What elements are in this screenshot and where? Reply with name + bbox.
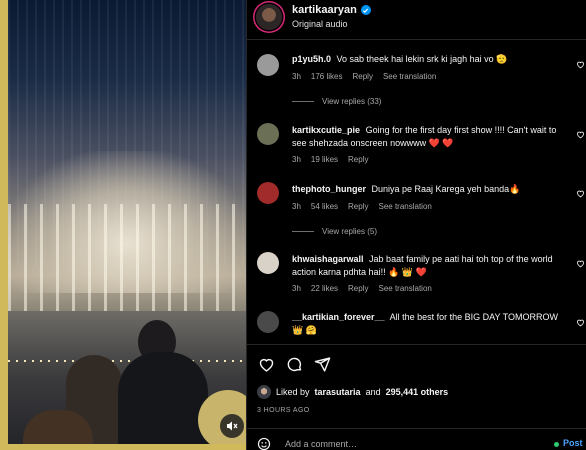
comment-text: Vo sab theek hai lekin srk ki jagh hai v… (336, 54, 508, 64)
comment-time: 3h (292, 202, 301, 211)
comments-list[interactable]: p1yu5h.0 Vo sab theek hai lekin srk ki j… (247, 41, 586, 344)
comment-username[interactable]: khwaishagarwall (292, 254, 364, 264)
comment-time: 3h (292, 155, 301, 164)
view-replies-button[interactable]: View replies (5) (292, 227, 377, 236)
commenter-avatar[interactable] (257, 252, 279, 274)
reply-button[interactable]: Reply (348, 202, 368, 211)
replies-divider (292, 231, 314, 232)
emoji-icon[interactable] (257, 437, 271, 450)
audio-label[interactable]: Original audio (292, 19, 348, 29)
liker-username[interactable]: tarasutaria (315, 387, 361, 397)
post-media[interactable] (0, 0, 246, 450)
mute-button[interactable] (220, 414, 244, 438)
comment-likes[interactable]: 176 likes (311, 72, 343, 81)
comment-like-heart-icon[interactable] (575, 317, 585, 327)
reply-button[interactable]: Reply (348, 284, 368, 293)
see-translation-button[interactable]: See translation (378, 202, 431, 211)
author-username[interactable]: kartikaaryan (292, 4, 357, 16)
likes-middle: and (365, 387, 381, 397)
comment-likes[interactable]: 19 likes (311, 155, 338, 164)
commenter-avatar[interactable] (257, 311, 279, 333)
liker-avatar[interactable] (257, 385, 271, 399)
comment-like-heart-icon[interactable] (575, 258, 585, 268)
comment-likes[interactable]: 22 likes (311, 284, 338, 293)
add-comment-input[interactable] (285, 437, 515, 450)
comment-likes[interactable]: 54 likes (311, 202, 338, 211)
comment-like-heart-icon[interactable] (575, 129, 585, 139)
likes-prefix: Liked by (276, 387, 310, 397)
comment-username[interactable]: p1yu5h.0 (292, 54, 331, 64)
view-replies-button[interactable]: View replies (33) (292, 97, 381, 106)
reply-button[interactable]: Reply (348, 155, 368, 164)
view-replies-label: View replies (5) (322, 227, 377, 236)
likes-summary: Liked by tarasutaria and 295,441 others (257, 385, 448, 399)
post-timestamp[interactable]: 3 HOURS AGO (257, 407, 310, 414)
see-translation-button[interactable]: See translation (383, 72, 436, 81)
view-replies-label: View replies (33) (322, 97, 382, 106)
see-translation-button[interactable]: See translation (378, 284, 431, 293)
post-details-panel: kartikaaryan Original audio p1yu5h.0 Vo … (246, 0, 586, 450)
shore-lights (8, 359, 246, 362)
share-icon[interactable] (313, 355, 331, 373)
add-comment-bar: Post (247, 428, 586, 450)
comment-time: 3h (292, 72, 301, 81)
status-dot (554, 442, 559, 447)
mute-icon (226, 420, 238, 432)
comment-username[interactable]: kartikxcutie_pie (292, 125, 360, 135)
post-comment-button[interactable]: Post (563, 438, 583, 448)
commenter-avatar[interactable] (257, 123, 279, 145)
comment-username[interactable]: thephoto_hunger (292, 184, 366, 194)
spectator (118, 352, 208, 444)
heart-icon[interactable] (257, 355, 275, 373)
fountain-jets (8, 204, 246, 320)
commenter-avatar[interactable] (257, 182, 279, 204)
video-frame[interactable] (8, 0, 246, 444)
post-actions-bar (247, 344, 586, 380)
post-header: kartikaaryan Original audio (247, 0, 586, 40)
likes-count[interactable]: 295,441 others (386, 387, 449, 397)
author-avatar[interactable] (256, 4, 282, 30)
comment-text: Duniya pe Raaj Karega yeh banda🔥 (371, 184, 521, 194)
reply-button[interactable]: Reply (352, 72, 372, 81)
comment-username[interactable]: __kartikian_forever__ (292, 312, 385, 322)
replies-divider (292, 101, 314, 102)
comment-icon[interactable] (285, 355, 303, 373)
verified-badge-icon (360, 5, 371, 15)
comment-like-heart-icon[interactable] (575, 59, 585, 69)
comment-like-heart-icon[interactable] (575, 188, 585, 198)
comment-time: 3h (292, 284, 301, 293)
commenter-avatar[interactable] (257, 54, 279, 76)
